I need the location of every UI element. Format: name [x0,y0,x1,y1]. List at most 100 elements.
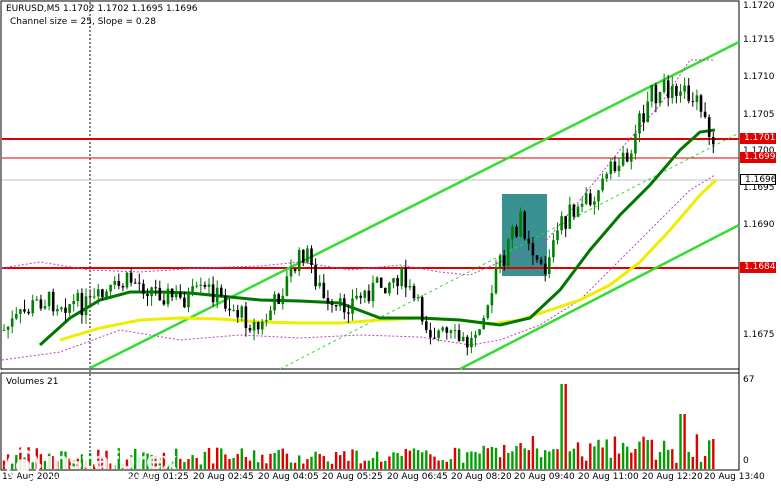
candle-body [466,336,469,348]
candle-body [359,295,362,298]
volume-bar [187,459,190,469]
time-label: 20 Aug 13:40 [704,472,765,482]
price-label: 1.1675 [743,330,775,340]
volume-bar [433,456,436,469]
candle-body [10,318,14,327]
price-label: 1.1720 [743,1,775,11]
candle-body [265,320,268,322]
candle-body [220,287,223,296]
candle-body [613,161,617,172]
volume-bar [269,453,272,469]
volume-bar [216,447,219,469]
candle-body [429,330,432,338]
volume-bar [240,448,243,469]
candle-body [457,330,461,341]
candle-body [15,313,18,319]
volume-bar [236,454,239,469]
candle-body [703,111,707,118]
candle-body [109,284,112,292]
volume-bar [396,453,399,469]
chart-window: EURUSD,M5 1.1702 1.1702 1.1695 1.1696 Ch… [0,0,781,489]
volume-bar [199,464,202,469]
candle-body [121,285,125,288]
instaforex-logo-icon [4,447,42,485]
candle-body [543,263,547,274]
instaforex-watermark: instaforex Instant Forex Trading [4,447,184,487]
volume-bar [708,440,711,469]
candle-body [261,321,264,330]
volume-bar [437,460,440,469]
candle-body [133,282,137,284]
candle-body [560,216,563,231]
price-chart[interactable] [0,0,781,489]
candle-body [60,307,63,310]
candle-body [158,287,162,301]
candle-body [117,280,121,286]
volume-bar [462,462,465,469]
candle-body [408,286,412,288]
volume-bar [326,461,330,469]
candle-body [84,296,88,315]
price-label: 1.1715 [743,35,775,45]
candle-body [207,284,211,287]
candle-body [179,292,182,298]
candle-body [605,173,608,179]
volume-bar [318,453,321,469]
candle-body [384,287,387,294]
candle-body [330,303,334,306]
candle-body [572,204,576,217]
candle-body [80,292,84,315]
volume-max-label: 67 [743,375,755,385]
candle-body [277,294,280,304]
candle-body [671,85,674,98]
candle-body [240,306,244,318]
candle-body [666,80,670,98]
volume-bar [531,436,535,469]
time-label: 20 Aug 08:20 [451,472,512,482]
candle-body [56,309,59,312]
candle-body [92,296,96,298]
time-label: 20 Aug 06:45 [387,472,448,482]
volume-bar [334,451,338,469]
candle-body [338,298,342,307]
candle-body [474,334,477,338]
candle-body [64,307,67,313]
time-label: 20 Aug 09:40 [514,472,575,482]
candle-body [461,336,465,341]
candle-body [486,305,490,318]
candle-body [43,306,47,309]
candle-body [523,211,526,239]
envelope-upper [1,59,715,276]
volume-bar [384,460,387,469]
volume-bar [658,452,662,469]
candle-body [490,293,494,306]
candle-body [23,309,26,312]
candle-body [39,299,43,309]
volume-bar [466,452,469,469]
candle-body [125,272,129,288]
volume-bar [712,439,715,469]
volume-bar [388,456,391,469]
volume-bar [195,457,198,469]
candle-body [6,326,10,330]
volume-bar [511,451,514,469]
volume-bar [679,414,682,469]
volume-bar [363,460,366,469]
candle-body [162,300,166,305]
candle-body [232,310,235,312]
candle-body [224,295,227,309]
volume-bar [703,455,707,469]
candle-body [552,240,555,258]
candle-body [203,284,207,287]
volume-bar [494,447,498,469]
volume-bar [457,448,461,469]
volume-zero-label: 0 [743,456,749,466]
candle-body [683,85,686,92]
candle-body [646,101,649,123]
volume-bar [671,449,674,469]
candle-body [281,295,285,304]
volume-bar [203,451,207,469]
candle-body [396,278,399,287]
volume-bar [355,450,358,469]
candle-body [511,226,514,240]
